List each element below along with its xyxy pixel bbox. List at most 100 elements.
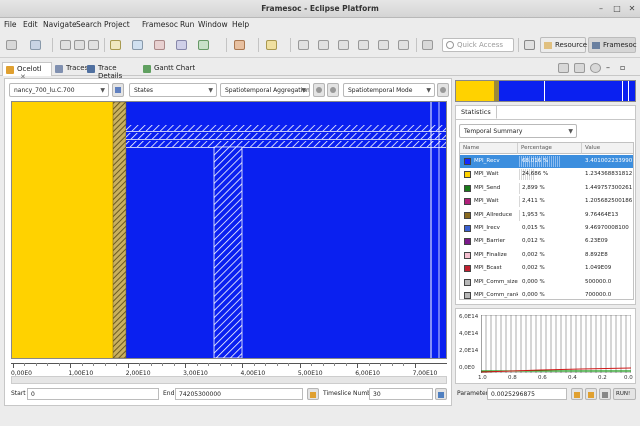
horizontal-scrollbar[interactable] [11,376,447,384]
parameter-lock-button[interactable] [599,388,611,400]
spatiotemporal-chart[interactable] [11,101,447,359]
table-row[interactable]: MPI_Barrier 0,012 % 6.23E09 [460,235,633,248]
maximize-view-icon[interactable]: ▫ [620,63,625,72]
table-row[interactable]: MPI_Wait 24,686 % 1.234368831812 [460,168,633,181]
perspective-resource[interactable]: Resource [540,37,587,53]
summary-combo[interactable]: Temporal Summary ▼ [459,124,577,138]
aggregation-info-button[interactable] [327,83,339,97]
forward-icon[interactable] [378,40,389,50]
arrow-right-icon [588,392,594,398]
overview-recv [499,81,635,101]
aggregation-canvas[interactable] [12,102,446,358]
edit-icon[interactable] [154,40,165,50]
layout-icon[interactable] [574,63,585,73]
table-row[interactable]: MPI_Allreduce 1,953 % 9.76464E13 [460,209,633,222]
menu-run[interactable]: Run [180,20,194,29]
ocelotl-view: nancy_700_lu.C.700 ▼ States ▼ Spatiotemp… [4,78,452,406]
close-icon[interactable]: ✕ [627,4,637,14]
parameter-label: Parameter [457,390,489,397]
table-row[interactable]: MPI_Finalize 0,002 % 8.892E8 [460,249,633,262]
history-icon[interactable] [398,40,409,50]
help-icon[interactable] [590,63,601,73]
mode-combo[interactable]: Spatiotemporal Mode ▼ [343,83,435,97]
nav-icon[interactable] [298,40,309,50]
back-icon[interactable] [358,40,369,50]
parameter-field[interactable]: 0.0025296875 [487,388,567,400]
perspective-framesoc[interactable]: Framesoc [588,37,637,53]
run-icon[interactable] [234,40,245,50]
column-header-name[interactable]: Name [460,143,518,154]
aggregation-settings-button[interactable] [313,83,325,97]
maximize-icon[interactable]: □ [612,4,622,14]
menu-file[interactable]: File [4,20,17,29]
menu-framesoc[interactable]: Framesoc [142,20,178,29]
quick-access-field[interactable]: Quick Access [442,38,514,52]
debug-icon[interactable] [198,40,209,50]
row-percentage: 2,899 % [522,184,545,191]
table-row[interactable]: MPI_Send 2,899 % 1.449757300261 [460,182,633,195]
edit-pen-icon[interactable] [422,40,433,50]
menu-project[interactable]: Project [104,20,130,29]
parameter-up-button[interactable] [585,388,597,400]
aggregation-combo[interactable]: Spatiotemporal Aggregation ▼ [220,83,310,97]
tab-gantt-chart[interactable]: Gantt Chart [140,62,202,76]
view-menu-icon[interactable] [558,63,569,73]
menu-edit[interactable]: Edit [23,20,38,29]
tab-ocelotl[interactable]: Ocelotl ✕ [2,62,52,81]
row-value: 500000.0 [585,278,612,285]
mode-settings-button[interactable] [437,83,449,97]
column-header-percentage[interactable]: Percentage [518,143,582,154]
properties-icon[interactable] [60,40,71,50]
row-value: 9.76464E13 [585,211,619,218]
menu-navigate[interactable]: Navigate [43,20,77,29]
link-icon[interactable] [132,40,143,50]
menu-help[interactable]: Help [232,20,249,29]
table-row[interactable]: MPI_Comm_size 0,000 % 500000.0 [460,276,633,289]
parameter-down-button[interactable] [571,388,583,400]
trace-combo[interactable]: nancy_700_lu.C.700 ▼ [9,83,109,97]
new-icon[interactable] [6,40,17,50]
end-field[interactable]: 74205300000 [175,388,303,400]
metric-combo[interactable]: States ▼ [129,83,217,97]
tab-trace-details[interactable]: Trace Details [84,62,146,80]
minimize-view-icon[interactable]: – [606,63,610,72]
minimize-icon[interactable]: – [596,4,606,14]
column-header-value[interactable]: Value [582,143,633,154]
timestamp-reset-button[interactable] [307,388,319,400]
row-percentage: 24,686 % [522,171,549,178]
state-color-swatch [464,251,471,259]
histogram-view: 6,0E14 4,0E14 2,0E14 0,0E0 1.0 0.8 0.6 0… [455,308,636,384]
hatched-band [126,141,446,147]
open-icon[interactable] [110,40,121,50]
table-row[interactable]: MPI_Bcast 0,002 % 1.049E09 [460,262,633,275]
row-value: 8.892E8 [585,251,608,258]
table-row[interactable]: MPI_Irecv 0,015 % 9.46970008100 [460,222,633,235]
table-row[interactable]: MPI_Wait 2,411 % 1.205682500186 [460,195,633,208]
run-button[interactable]: RUN! [613,388,636,400]
state-color-swatch [464,184,471,192]
open-perspective-icon[interactable] [524,40,535,50]
nav-icon[interactable] [318,40,329,50]
row-value: 1.449757300261 [585,184,633,191]
start-field[interactable]: 0 [27,388,159,400]
overview-strip[interactable] [455,80,636,102]
axis-line [11,363,447,364]
refresh-icon[interactable] [88,40,99,50]
table-row[interactable]: MPI_Recv 68,016 % 3.401002233990 [460,155,633,168]
y-tick-label: 2,0E14 [459,348,479,354]
menu-window[interactable]: Window [198,20,228,29]
table-row[interactable]: MPI_Comm_rank 0,000 % 700000.0 [460,289,633,299]
run-button-label: RUN! [616,391,631,397]
timeslice-apply-button[interactable] [435,388,447,400]
state-color-swatch [464,225,471,232]
tab-statistics[interactable]: Statistics [456,106,497,119]
save-icon[interactable] [30,40,41,50]
print-icon[interactable] [74,40,85,50]
nav-icon[interactable] [338,40,349,50]
axis-minor-tick [47,363,49,366]
timeslice-field[interactable]: 30 [369,388,433,400]
trace-settings-button[interactable] [112,83,124,97]
menu-search[interactable]: Search [76,20,102,29]
pin-icon[interactable] [266,40,277,50]
tool-icon[interactable] [176,40,187,50]
